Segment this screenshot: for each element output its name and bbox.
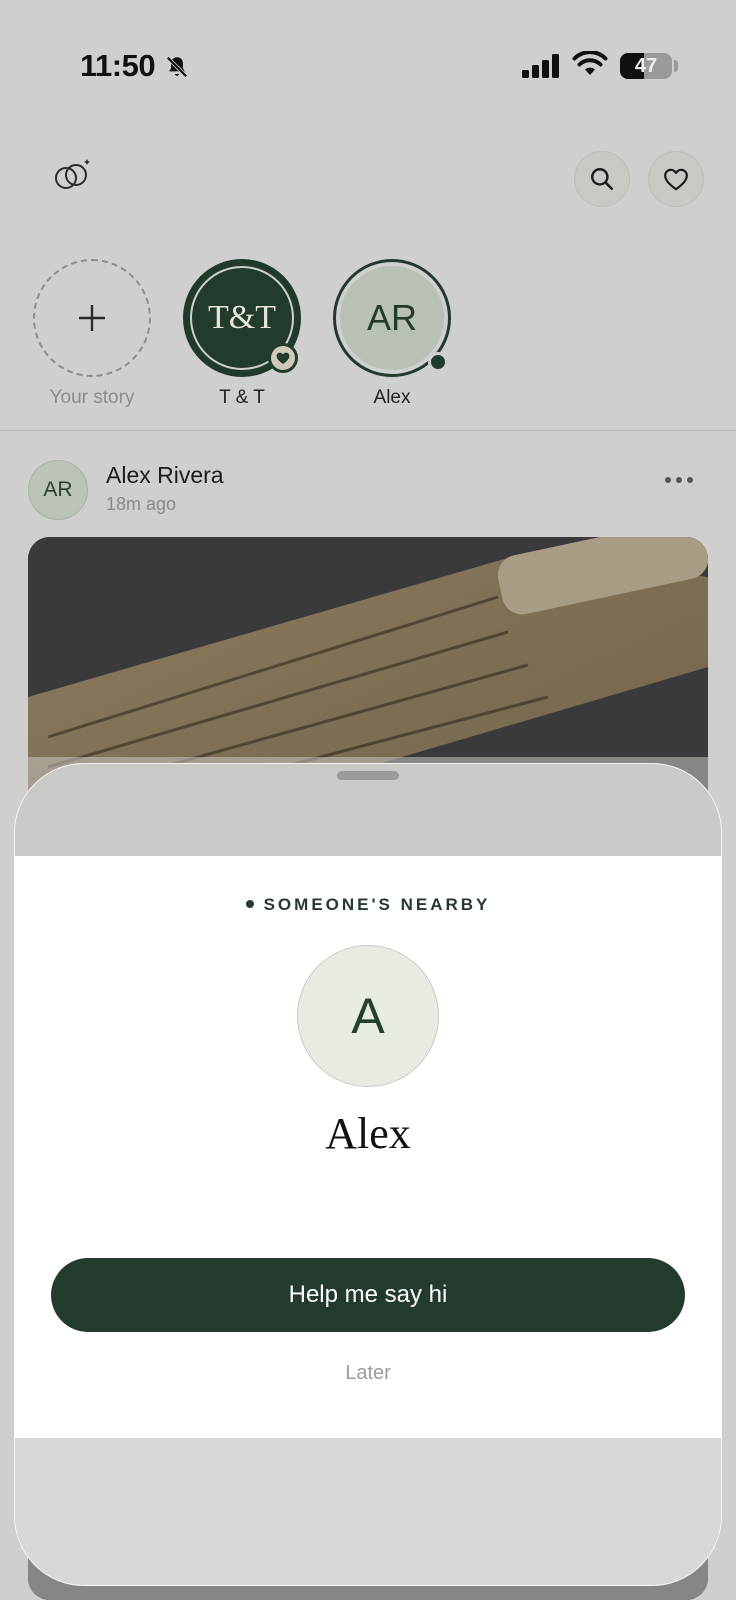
online-indicator	[428, 352, 448, 372]
nearby-dot	[245, 899, 254, 908]
story-label-alex: Alex	[373, 387, 411, 408]
sheet-grabber[interactable]	[337, 771, 399, 780]
cellular-signal-icon	[522, 54, 562, 83]
sheet-footer-area	[15, 1438, 721, 1585]
status-time: 11:50	[80, 48, 156, 83]
nearby-eyebrow-text: SOMEONE'S NEARBY	[263, 895, 491, 914]
post-author-avatar[interactable]: AR	[28, 460, 88, 520]
plus-icon	[79, 305, 105, 331]
nearby-name: Alex	[325, 1109, 411, 1158]
nearby-bottom-sheet	[14, 763, 722, 1586]
later-button[interactable]: Later	[0, 1362, 736, 1385]
wifi-icon	[572, 50, 608, 84]
search-button[interactable]	[574, 151, 630, 207]
add-story-button[interactable]	[33, 259, 151, 377]
battery-cap	[674, 60, 678, 72]
rings-logo-icon[interactable]	[52, 156, 94, 199]
more-horizontal-icon[interactable]	[664, 472, 694, 490]
stories-divider	[0, 430, 736, 431]
help-me-say-hi-button[interactable]: Help me say hi	[51, 1258, 685, 1332]
heart-icon	[268, 343, 298, 373]
favorites-button[interactable]	[648, 151, 704, 207]
nearby-avatar: A	[297, 945, 439, 1087]
story-label-your-story: Your story	[49, 387, 135, 408]
battery-icon: 47	[620, 53, 672, 79]
heart-icon	[664, 168, 688, 191]
post-author-name[interactable]: Alex Rivera	[106, 462, 224, 489]
bell-slash-icon	[164, 54, 190, 85]
nearby-eyebrow: SOMEONE'S NEARBY	[0, 895, 736, 915]
battery-percent: 47	[634, 55, 658, 77]
story-alex-initials: AR	[340, 266, 444, 370]
story-label-tt: T & T	[219, 387, 265, 408]
search-icon	[591, 168, 614, 191]
post-timestamp: 18m ago	[106, 494, 177, 514]
